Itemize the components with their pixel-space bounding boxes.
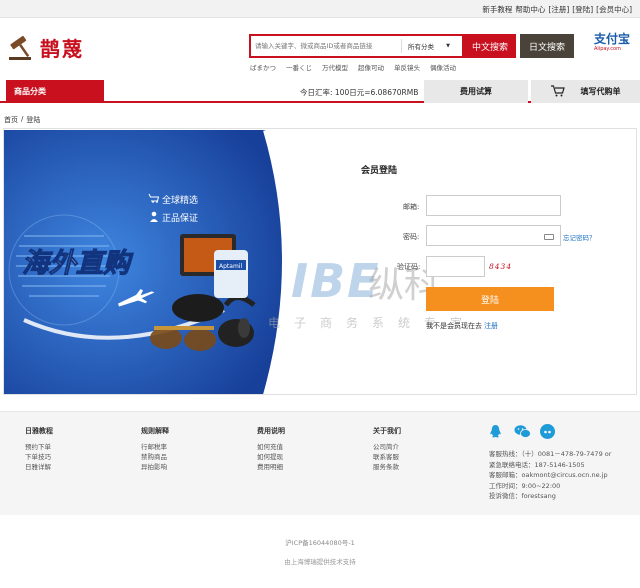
footer-column: 费用说明 如何充值 如何提现 费用明细 (257, 426, 285, 472)
link-register[interactable]: [注册] (548, 4, 569, 15)
breadcrumb-current: 登陆 (26, 116, 41, 124)
contact-email: 客服邮箱：oakmont@circus.ocn.ne.jp (489, 471, 608, 479)
footer-link[interactable]: 禁购商品 (141, 452, 169, 462)
contact-hotline: 客服热线：（十）0081－478-79-7479 or (489, 450, 612, 458)
hot-keywords: ばまかつ 一番くじ 万代模型 超像可动 单反镜头 偶像活动 (250, 62, 456, 72)
contact-emergency: 紧急联络电话：187-5146-1505 (489, 460, 585, 469)
logo-text: 鹊蔑 (40, 37, 84, 61)
exchange-rate: 今日汇率: 100日元=6.08670RMB (300, 88, 419, 97)
search-jp-button[interactable]: 日文搜索 (520, 34, 574, 58)
keyboard-icon[interactable] (544, 234, 554, 240)
gavel-icon (6, 35, 34, 61)
password-input[interactable] (427, 226, 560, 245)
alipay-logo-en: Alipay.com (594, 46, 621, 52)
banner-tag-global: 全球精选 (162, 194, 198, 206)
footer-link[interactable]: 联系客服 (373, 452, 401, 462)
hot-keyword[interactable]: 万代模型 (322, 62, 348, 72)
footer-link[interactable]: 费用明细 (257, 462, 285, 472)
email-field[interactable] (426, 195, 561, 216)
footer-column-heading: 费用说明 (257, 427, 285, 435)
hot-keyword[interactable]: ばまかつ (250, 62, 276, 72)
forgot-password-link[interactable]: 忘记密码？ (563, 232, 596, 242)
register-prompt: 我不是会员现在去 注册 (426, 321, 498, 331)
footer-link[interactable]: 下单技巧 (25, 452, 53, 462)
link-help[interactable]: 帮助中心 (515, 4, 545, 15)
register-link[interactable]: 注册 (484, 321, 498, 331)
contact-wechat: 投诉微信：forestsang (489, 492, 556, 500)
register-prompt-text: 我不是会员现在去 (426, 322, 482, 330)
alipay-logo: 支付宝 Alipay.com (594, 33, 634, 57)
search-category-select[interactable]: 所有分类 ▼ (402, 41, 454, 51)
search-input[interactable] (251, 42, 401, 50)
qq-icon[interactable] (488, 424, 503, 439)
contact-info: 客服热线：（十）0081－478-79-7479 or 紧急联络电话：187-5… (489, 449, 611, 502)
contact-hours: 工作时间：9:00~22:00 (489, 481, 561, 490)
password-field[interactable] (426, 225, 561, 246)
footer-link[interactable]: 行邮税率 (141, 442, 169, 452)
link-member-center[interactable]: [会员中心] (596, 4, 632, 15)
fill-order-label: 填写代购单 (580, 87, 621, 96)
hot-keyword[interactable]: 一番くじ (286, 62, 312, 72)
email-input[interactable] (427, 196, 560, 215)
fee-trial-button[interactable]: 费用试算 (424, 80, 528, 103)
hot-keyword[interactable]: 偶像活动 (430, 62, 456, 72)
footer-link[interactable]: 如何充值 (257, 442, 285, 452)
link-login[interactable]: [登陆] (572, 4, 593, 15)
alipay-logo-cn: 支付宝 (594, 32, 631, 46)
promo-banner: Aptamil 全球精选 正品保证 海外直购 (4, 130, 304, 394)
password-label: 密码: (403, 233, 420, 241)
captcha-image[interactable]: 8434 (489, 262, 512, 271)
site-logo[interactable]: 鹊蔑 (6, 33, 84, 62)
top-links: 新手教程 帮助中心 [注册] [登陆] [会员中心] (482, 4, 632, 15)
nav-bar: 商品分类 今日汇率: 100日元=6.08670RMB 费用试算 填写代购单 (0, 80, 640, 103)
banner-tag-genuine: 正品保证 (162, 212, 198, 224)
footer-link[interactable]: 异拍影响 (141, 462, 169, 472)
tech-support-text: 由上海博瑞提供技术支持 (284, 558, 356, 566)
hot-keyword[interactable]: 超像可动 (358, 62, 384, 72)
footer-link[interactable]: 预约下单 (25, 442, 53, 452)
product-label: Aptamil (219, 263, 242, 270)
top-bar: 新手教程 帮助中心 [注册] [登陆] [会员中心] (0, 0, 640, 18)
footer-link[interactable]: 日雅详解 (25, 462, 53, 472)
search-category-label: 所有分类 (408, 43, 434, 51)
link-tutorial[interactable]: 新手教程 (482, 4, 512, 15)
footer-link[interactable]: 公司简介 (373, 442, 401, 452)
breadcrumb: 首页 / 登陆 (4, 115, 40, 125)
hot-keyword[interactable]: 单反镜头 (394, 62, 420, 72)
breadcrumb-home[interactable]: 首页 (4, 115, 18, 125)
bottom-bar (0, 515, 640, 588)
fill-order-button[interactable]: 填写代购单 (531, 80, 640, 103)
banner-headline: 海外直购 (22, 248, 134, 279)
footer-column-heading: 关于我们 (373, 427, 401, 435)
footer-column: 关于我们 公司简介 联系客服 服务条款 (373, 426, 401, 472)
search-box: 所有分类 ▼ (249, 34, 464, 58)
footer-column-heading: 规则解释 (141, 427, 169, 435)
search-cn-button[interactable]: 中文搜索 (464, 34, 516, 58)
icp-number[interactable]: 沪ICP备16044080号-1 (0, 537, 640, 547)
footer-column: 规则解释 行邮税率 禁购商品 异拍影响 (141, 426, 169, 472)
footer-link[interactable]: 如何提现 (257, 452, 285, 462)
footer-column-heading: 日雅教程 (25, 427, 53, 435)
login-button[interactable]: 登陆 (426, 287, 554, 311)
captcha-field[interactable] (426, 256, 485, 277)
caret-down-icon: ▼ (446, 43, 450, 49)
category-menu-button[interactable]: 商品分类 (6, 80, 104, 103)
contact-icons (488, 424, 555, 439)
wechat-icon[interactable] (514, 424, 531, 439)
captcha-label: 验证码: (397, 263, 421, 271)
email-label: 邮箱: (403, 203, 420, 211)
login-title: 会员登陆 (361, 166, 398, 176)
footer-link[interactable]: 服务条款 (373, 462, 401, 472)
breadcrumb-separator: / (21, 115, 24, 123)
captcha-input[interactable] (427, 257, 484, 276)
cart-icon (550, 84, 565, 99)
footer-column: 日雅教程 预约下单 下单技巧 日雅详解 (25, 426, 53, 472)
weibo-icon[interactable] (540, 424, 555, 439)
